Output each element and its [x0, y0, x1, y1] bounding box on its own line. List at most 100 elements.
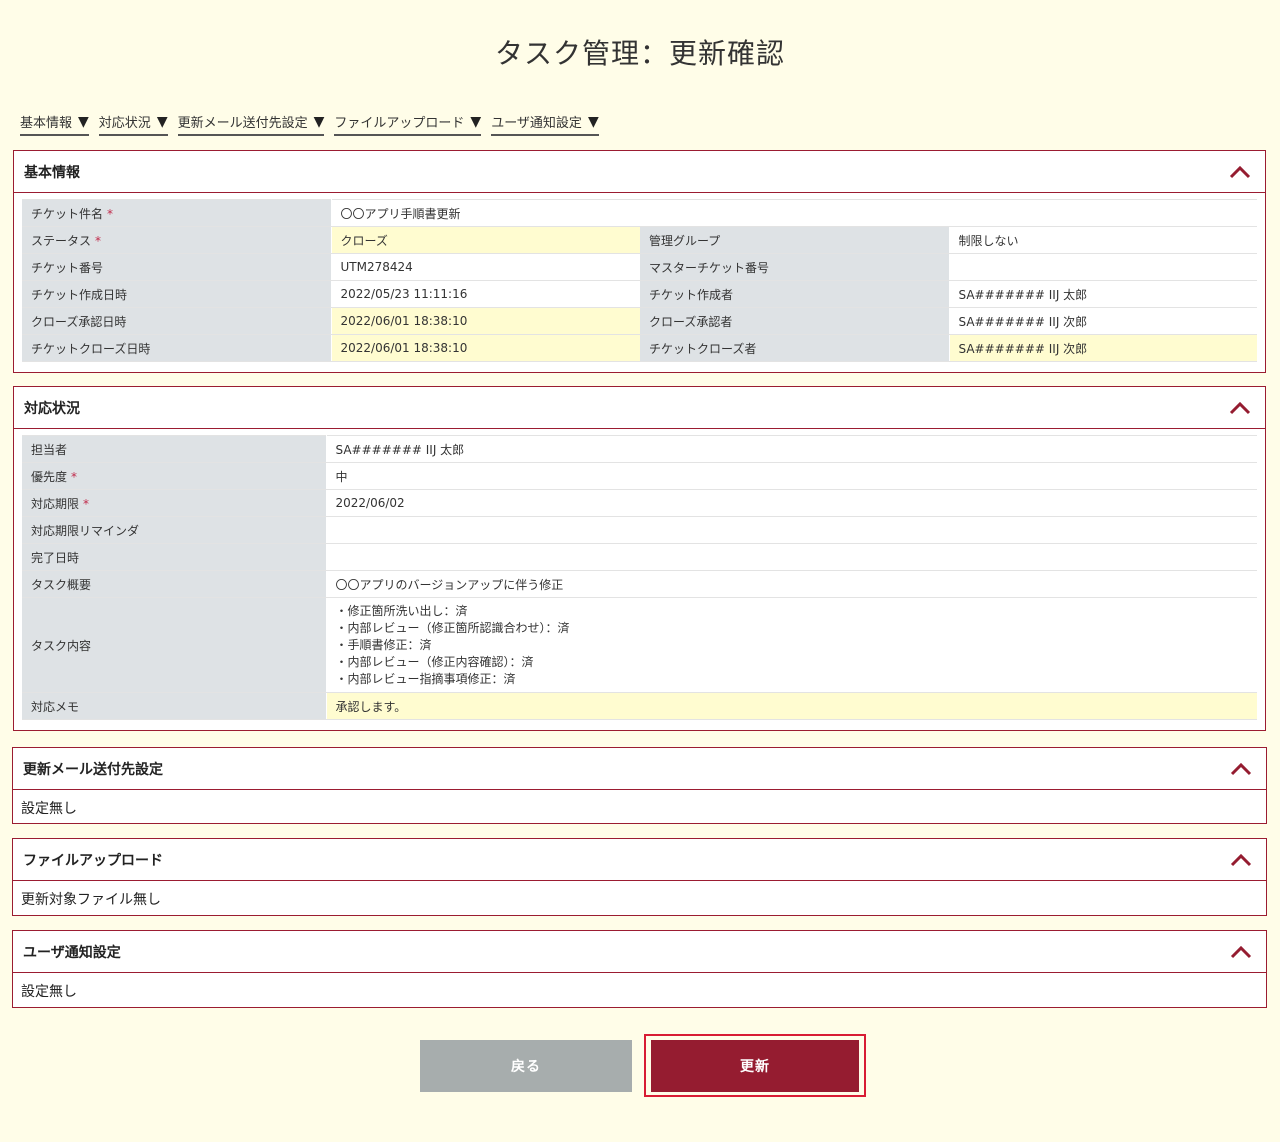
summary-value: 〇〇アプリのバージョンアップに伴う修正	[326, 570, 1257, 598]
back-button[interactable]: 戻る	[420, 1040, 632, 1092]
status-table: 担当者 SA####### IIJ 太郎 優先度 * 中 対応期限 * 2022/0…	[22, 435, 1257, 720]
field-label: チケット番号	[22, 253, 332, 281]
section-title: 更新メール送付先設定	[23, 761, 163, 778]
chevron-up-icon[interactable]	[1225, 396, 1255, 420]
nav-label: 対応状況	[98, 116, 151, 131]
field-label: チケットクローズ日時	[22, 334, 332, 362]
section-title: 対応状況	[24, 400, 80, 417]
closer-value: SA####### IIJ 次郎	[949, 334, 1257, 362]
chevron-up-icon[interactable]	[1226, 848, 1256, 872]
field-label: 対応期限リマインダ	[22, 516, 327, 544]
table-row: タスク概要 〇〇アプリのバージョンアップに伴う修正	[22, 570, 1257, 598]
basic-info-section: 基本情報 チケット件名 * 〇〇アプリ手順書更新 ステータス * クローズ 管理グル…	[13, 150, 1266, 373]
update-button[interactable]: 更新	[651, 1040, 859, 1092]
mail-settings-section: 更新メール送付先設定 設定無し	[12, 747, 1267, 824]
triangle-down-icon: ▼	[156, 113, 168, 130]
table-row: 対応メモ 承認します。	[22, 692, 1257, 720]
chevron-up-icon[interactable]	[1226, 940, 1256, 964]
basic-info-table: チケット件名 * 〇〇アプリ手順書更新 ステータス * クローズ 管理グループ 制限…	[22, 199, 1257, 362]
section-title: ファイルアップロード	[23, 852, 163, 869]
content-line: ・内部レビュー指摘事項修正：済	[335, 671, 516, 686]
user-notify-section: ユーザ通知設定 設定無し	[12, 930, 1267, 1008]
field-label: チケット件名 *	[22, 199, 332, 227]
field-label: クローズ承認者	[640, 307, 950, 335]
required-mark: *	[83, 496, 90, 511]
table-row: タスク内容 ・修正箇所洗い出し：済 ・内部レビュー（修正箇所認識合わせ）：済 ・…	[22, 597, 1257, 693]
nav-label: ユーザ通知設定	[491, 116, 582, 131]
section-header: ファイルアップロード	[13, 839, 1266, 881]
closed-value: 2022/06/01 18:38:10	[331, 334, 640, 362]
field-label: タスク概要	[22, 570, 327, 598]
required-mark: *	[107, 206, 114, 221]
content-line: ・内部レビュー（修正内容確認）：済	[335, 654, 534, 669]
created-value: 2022/05/23 11:11:16	[331, 280, 640, 308]
priority-value: 中	[326, 462, 1257, 490]
field-label: 担当者	[22, 435, 327, 463]
nav-file-upload[interactable]: ファイルアップロード ▼	[334, 112, 482, 136]
nav-label: 基本情報	[20, 116, 73, 131]
update-button-focus-ring: 更新	[644, 1034, 866, 1097]
nav-status[interactable]: 対応状況 ▼	[98, 112, 168, 136]
master-ticket-value	[949, 253, 1257, 281]
section-body: 設定無し	[21, 983, 77, 1000]
creator-value: SA####### IIJ 太郎	[949, 280, 1257, 308]
content-line: ・修正箇所洗い出し：済	[335, 603, 468, 618]
section-title: 基本情報	[24, 164, 80, 181]
completed-value	[326, 543, 1257, 571]
section-body: 設定無し	[21, 800, 77, 817]
table-row: 担当者 SA####### IIJ 太郎	[22, 435, 1257, 463]
page-title: タスク管理：更新確認	[494, 37, 785, 70]
field-label: 優先度 *	[22, 462, 327, 490]
section-header: 対応状況	[14, 387, 1265, 429]
nav-mail-settings[interactable]: 更新メール送付先設定 ▼	[177, 112, 325, 136]
table-row: 対応期限 * 2022/06/02	[22, 489, 1257, 517]
field-label: 対応期限 *	[22, 489, 327, 517]
table-row: チケット作成日時 2022/05/23 11:11:16 チケット作成者 SA#…	[22, 280, 1257, 308]
section-header: 更新メール送付先設定	[13, 748, 1266, 790]
due-value: 2022/06/02	[326, 489, 1257, 517]
nav-basic-info[interactable]: 基本情報 ▼	[20, 112, 89, 136]
reminder-value	[326, 516, 1257, 544]
assignee-value: SA####### IIJ 太郎	[326, 435, 1257, 463]
table-row: チケット件名 * 〇〇アプリ手順書更新	[22, 199, 1257, 227]
field-label: 対応メモ	[22, 692, 327, 720]
triangle-down-icon: ▼	[587, 113, 599, 130]
table-row: 優先度 * 中	[22, 462, 1257, 490]
content-line: ・手順書修正：済	[335, 637, 432, 652]
content-value: ・修正箇所洗い出し：済 ・内部レビュー（修正箇所認識合わせ）：済 ・手順書修正：…	[326, 597, 1257, 693]
field-label: クローズ承認日時	[22, 307, 332, 335]
triangle-down-icon: ▼	[313, 113, 325, 130]
field-label: マスターチケット番号	[640, 253, 950, 281]
ticket-number-value: UTM278424	[331, 253, 640, 281]
field-label: チケット作成日時	[22, 280, 332, 308]
table-row: チケット番号 UTM278424 マスターチケット番号	[22, 253, 1257, 281]
file-upload-section: ファイルアップロード 更新対象ファイル無し	[12, 838, 1267, 916]
field-label: タスク内容	[22, 597, 327, 693]
field-label: 管理グループ	[640, 226, 950, 254]
nav-user-notify[interactable]: ユーザ通知設定 ▼	[491, 112, 599, 136]
table-row: 対応期限リマインダ	[22, 516, 1257, 544]
field-label: ステータス *	[22, 226, 332, 254]
chevron-up-icon[interactable]	[1225, 160, 1255, 184]
section-title: ユーザ通知設定	[23, 944, 121, 961]
required-mark: *	[71, 469, 78, 484]
nav-label: 更新メール送付先設定	[177, 116, 308, 131]
anchor-nav: 基本情報 ▼ 対応状況 ▼ 更新メール送付先設定 ▼ ファイルアップロード ▼ ユーザ通…	[20, 112, 599, 136]
section-header: ユーザ通知設定	[13, 931, 1266, 973]
triangle-down-icon: ▼	[470, 113, 482, 130]
status-section: 対応状況 担当者 SA####### IIJ 太郎 優先度 * 中 対応期限 * 2…	[13, 386, 1266, 731]
required-mark: *	[95, 233, 102, 248]
field-label: 完了日時	[22, 543, 327, 571]
section-body: 更新対象ファイル無し	[21, 891, 161, 908]
status-value: クローズ	[331, 226, 640, 254]
group-value: 制限しない	[949, 226, 1257, 254]
field-label: チケット作成者	[640, 280, 950, 308]
memo-value: 承認します。	[326, 692, 1257, 720]
subject-value: 〇〇アプリ手順書更新	[331, 199, 1257, 227]
close-approver-value: SA####### IIJ 次郎	[949, 307, 1257, 335]
table-row: チケットクローズ日時 2022/06/01 18:38:10 チケットクローズ者…	[22, 334, 1257, 362]
close-approved-value: 2022/06/01 18:38:10	[331, 307, 640, 335]
table-row: 完了日時	[22, 543, 1257, 571]
chevron-up-icon[interactable]	[1226, 757, 1256, 781]
table-row: ステータス * クローズ 管理グループ 制限しない	[22, 226, 1257, 254]
